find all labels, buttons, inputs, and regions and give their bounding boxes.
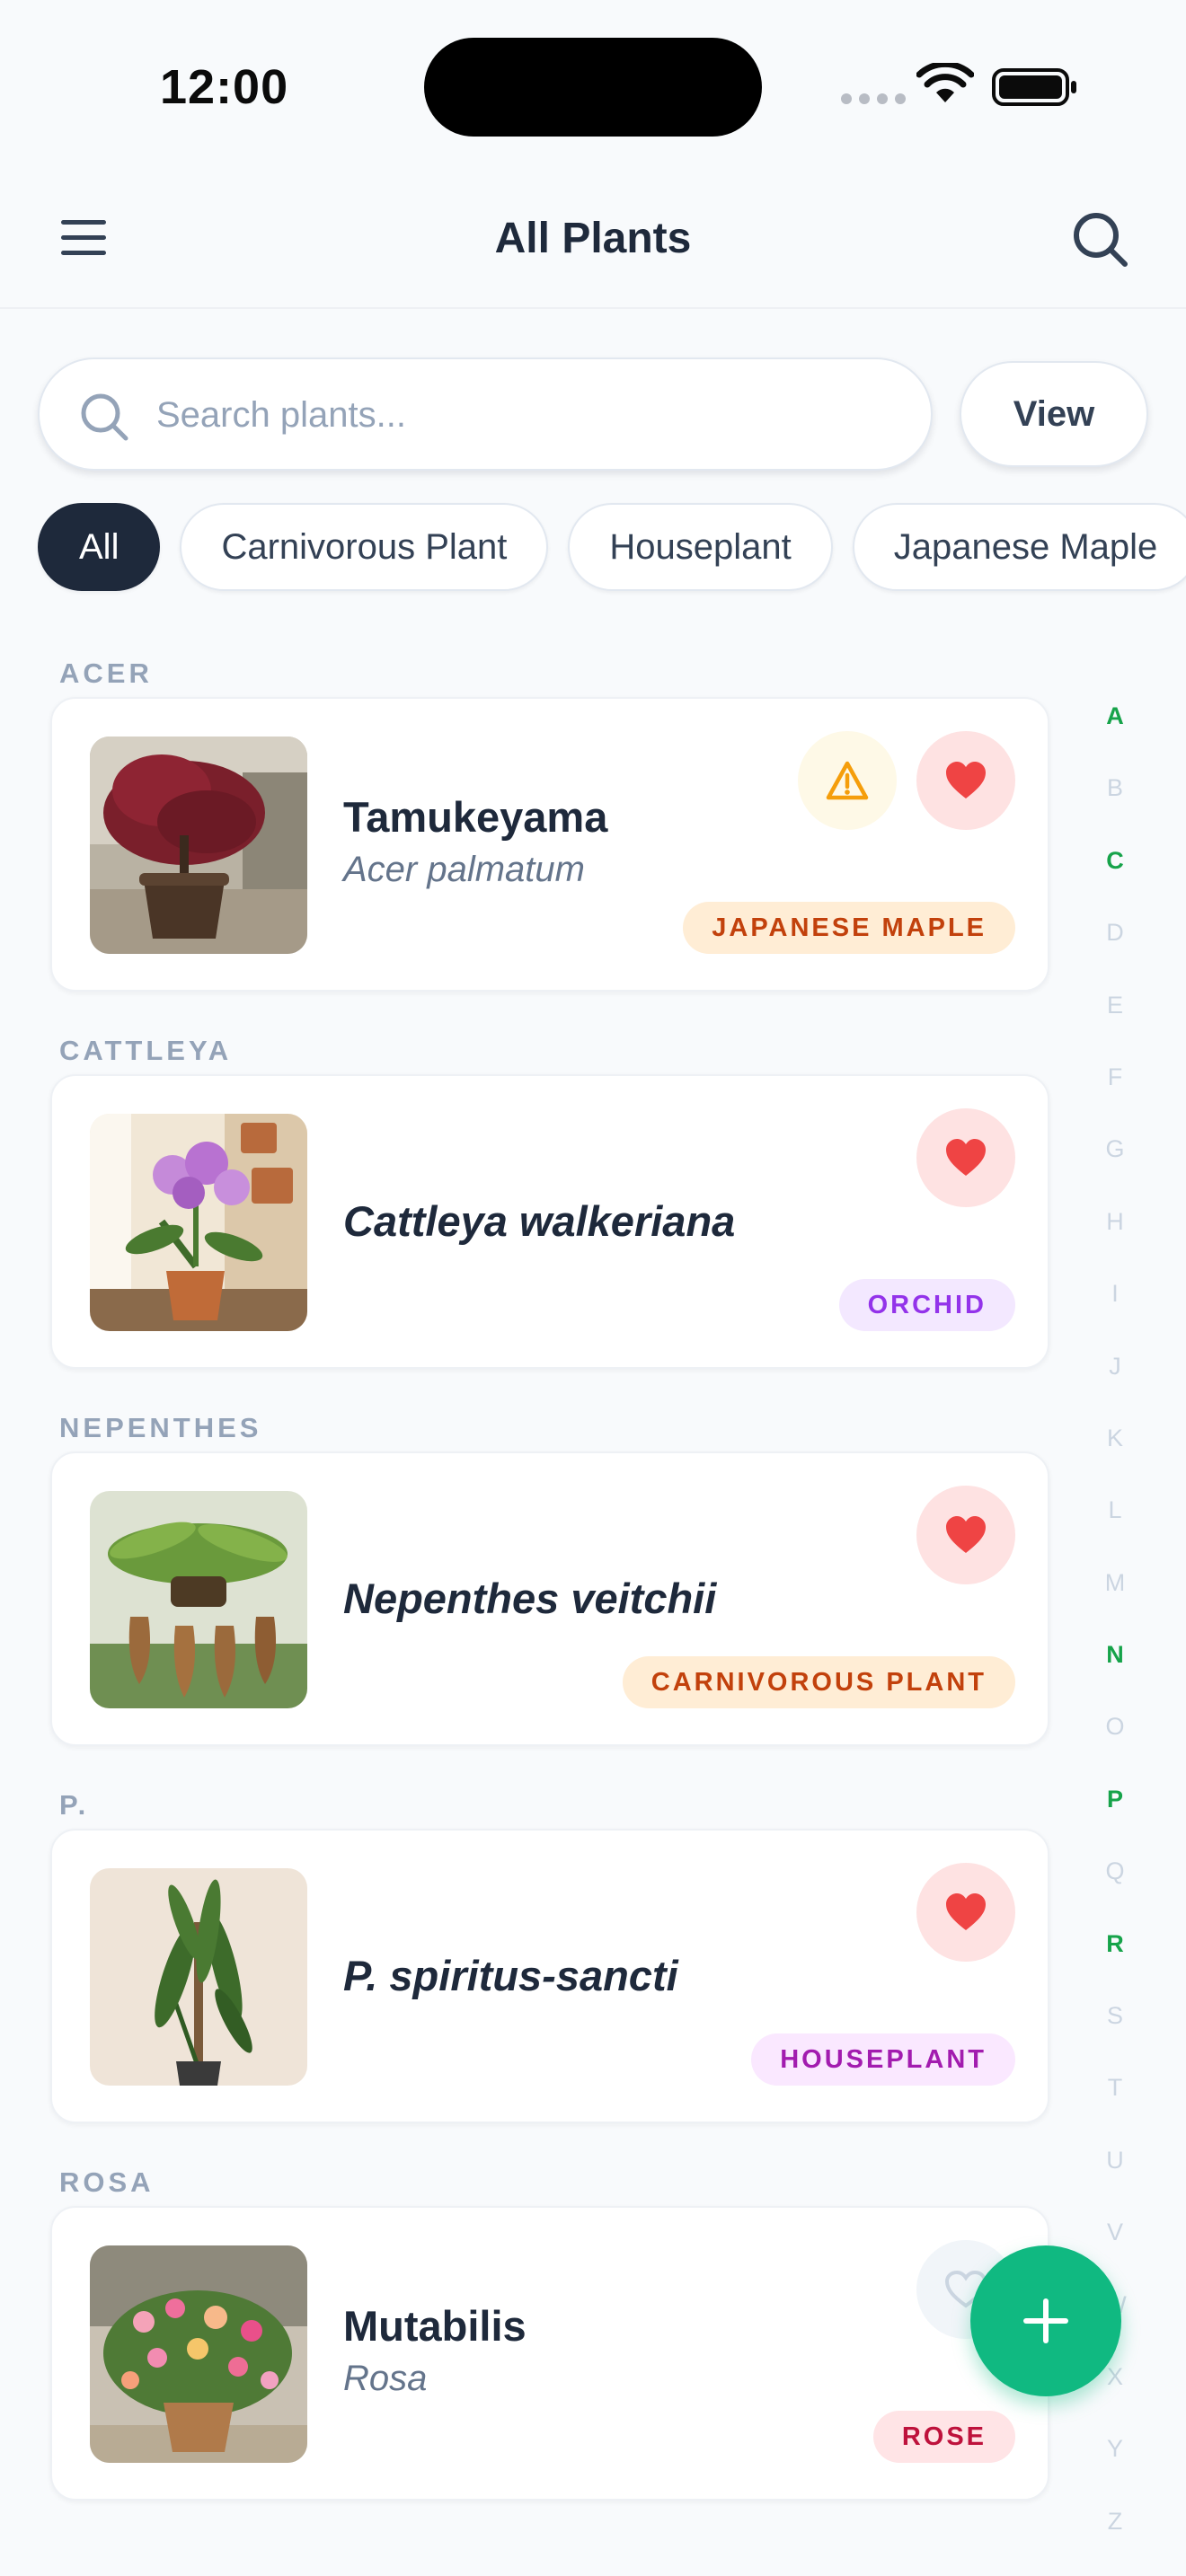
plant-scientific-name: Rosa [343,2359,428,2398]
alphabet-letter-f[interactable]: F [1089,1054,1141,1126]
status-bar: 12:00 [0,0,1186,171]
alphabet-letter-p[interactable]: P [1089,1777,1141,1848]
alphabet-letter-l[interactable]: L [1089,1487,1141,1559]
alphabet-letter-b[interactable]: B [1089,765,1141,837]
favorite-button[interactable] [916,731,1015,830]
plant-photo [90,2245,307,2463]
search-bar [38,357,933,471]
category-badge: HOUSEPLANT [751,2033,1015,2086]
alphabet-letter-h[interactable]: H [1089,1199,1141,1271]
filter-chip-japanese-maple[interactable]: Japanese Maple [852,503,1186,591]
alphabet-letter-g[interactable]: G [1089,1126,1141,1198]
search-input[interactable] [156,383,893,447]
favorite-button[interactable] [916,1486,1015,1584]
plant-scientific-name: Acer palmatum [343,850,585,889]
filter-chips: All Carnivorous Plant Houseplant Japanes… [38,503,1186,593]
heart-icon [946,762,986,798]
section-header-rosa: ROSA [59,2166,155,2198]
favorite-button[interactable] [916,1863,1015,1962]
alphabet-letter-k[interactable]: K [1089,1416,1141,1487]
heart-icon [946,1516,986,1553]
plant-photo [90,1114,307,1331]
plant-photo [90,1491,307,1708]
wifi-icon [916,63,974,102]
alphabet-letter-j[interactable]: J [1089,1344,1141,1416]
search-icon [81,393,128,441]
status-time: 12:00 [160,60,289,114]
section-header-p: P. [59,1789,90,1821]
plant-photo [90,737,307,954]
alphabet-letter-n[interactable]: N [1089,1632,1141,1704]
alphabet-letter-y[interactable]: Y [1089,2426,1141,2498]
plant-card[interactable]: P. spiritus-sancti HOUSEPLANT [50,1829,1049,2123]
alphabet-letter-i[interactable]: I [1089,1271,1141,1343]
plant-name: Nepenthes veitchii [343,1575,717,1622]
signal-icon [841,93,906,104]
alphabet-letter-s[interactable]: S [1089,1993,1141,2065]
top-bar: All Plants [0,171,1186,309]
alphabet-letter-t[interactable]: T [1089,2065,1141,2137]
alphabet-letter-q[interactable]: Q [1089,1848,1141,1920]
battery-icon [992,68,1076,106]
alphabet-letter-e[interactable]: E [1089,983,1141,1054]
plus-icon [1023,2298,1068,2343]
alphabet-letter-a[interactable]: A [1089,693,1141,765]
favorite-button[interactable] [916,1108,1015,1207]
category-badge: CARNIVOROUS PLANT [622,1656,1015,1708]
category-badge: ROSE [872,2411,1015,2463]
alphabet-letter-c[interactable]: C [1089,838,1141,910]
plant-name: Cattleya walkeriana [343,1197,736,1245]
filter-chip-carnivorous-plant[interactable]: Carnivorous Plant [180,503,549,591]
view-button[interactable]: View [960,361,1148,467]
section-header-cattleya: CATTLEYA [59,1035,233,1066]
section-header-nepenthes: NEPENTHES [59,1412,262,1443]
filter-chip-all[interactable]: All [38,503,161,591]
heart-icon [946,1139,986,1176]
dynamic-island [424,38,762,137]
search-icon[interactable] [1069,208,1132,271]
plant-card[interactable]: Cattleya walkeriana ORCHID [50,1074,1049,1369]
plant-name: P. spiritus-sancti [343,1952,678,1999]
plant-name: Mutabilis [343,2302,527,2350]
add-plant-button[interactable] [970,2245,1121,2396]
page-title: All Plants [494,215,692,262]
warning-icon[interactable] [798,731,897,830]
plant-card[interactable]: Mutabilis Rosa ROSE [50,2206,1049,2501]
filter-chip-houseplant[interactable]: Houseplant [568,503,833,591]
alphabet-letter-m[interactable]: M [1089,1560,1141,1632]
plant-card[interactable]: Tamukeyama Acer palmatum JAPANESE MAPLE [50,697,1049,992]
alphabet-letter-r[interactable]: R [1089,1921,1141,1993]
section-header-acer: ACER [59,657,153,689]
heart-icon [946,1893,986,1930]
alphabet-letter-z[interactable]: Z [1089,2499,1141,2571]
plant-card[interactable]: Nepenthes veitchii CARNIVOROUS PLANT [50,1451,1049,1746]
alphabet-letter-u[interactable]: U [1089,2138,1141,2210]
alphabet-letter-d[interactable]: D [1089,910,1141,982]
alphabet-letter-o[interactable]: O [1089,1704,1141,1776]
plant-name: Tamukeyama [343,793,608,841]
plant-photo [90,1868,307,2086]
category-badge: JAPANESE MAPLE [683,902,1015,954]
category-badge: ORCHID [838,1279,1015,1331]
